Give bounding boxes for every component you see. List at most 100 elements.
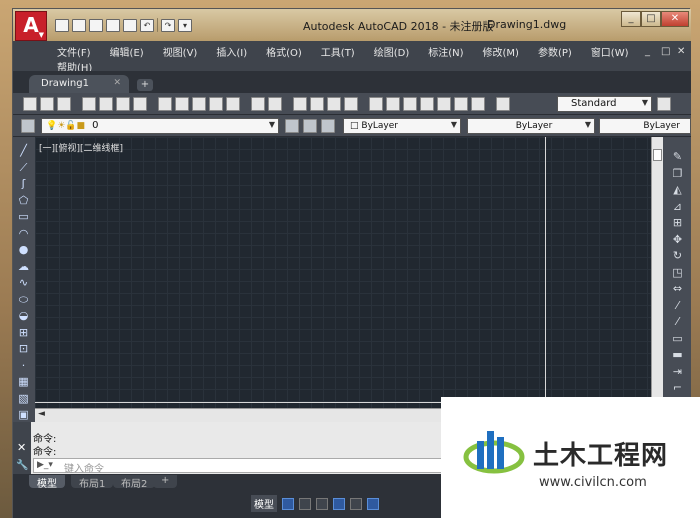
tool-palettes-icon[interactable] bbox=[403, 97, 417, 111]
undo-icon[interactable] bbox=[251, 97, 265, 111]
layer-manager-icon[interactable] bbox=[21, 119, 35, 133]
new-file-icon[interactable] bbox=[55, 18, 69, 32]
arc-icon[interactable]: ◠ bbox=[17, 227, 30, 241]
zoom-window-icon[interactable] bbox=[327, 97, 341, 111]
polyline-icon[interactable]: ʃ bbox=[17, 178, 30, 191]
grid-icon[interactable] bbox=[282, 497, 294, 510]
redo-icon[interactable]: ↷ bbox=[161, 18, 175, 32]
cut-icon[interactable] bbox=[158, 97, 172, 111]
point-icon[interactable]: · bbox=[17, 359, 30, 373]
close-command-icon[interactable]: ✕ bbox=[17, 441, 26, 454]
minimize-button[interactable]: _ bbox=[621, 11, 641, 27]
redo-icon[interactable] bbox=[268, 97, 282, 111]
open-file-icon[interactable] bbox=[72, 18, 86, 32]
preview-icon[interactable] bbox=[99, 97, 113, 111]
menu-item[interactable]: 文件(F) bbox=[57, 44, 91, 59]
design-center-icon[interactable] bbox=[386, 97, 400, 111]
rectangle-icon[interactable]: ▭ bbox=[17, 211, 30, 224]
menu-item[interactable]: 视图(V) bbox=[163, 44, 198, 59]
offset-icon[interactable]: ⊿ bbox=[671, 200, 684, 214]
stretch-icon[interactable]: ⇔ bbox=[671, 283, 684, 296]
command-input[interactable]: ▶_▾ 键入命令 bbox=[33, 458, 443, 475]
close-button[interactable]: ✕ bbox=[661, 11, 689, 27]
pan-icon[interactable] bbox=[293, 97, 307, 111]
polar-icon[interactable] bbox=[333, 497, 345, 510]
menu-item[interactable]: 插入(I) bbox=[216, 44, 247, 59]
gradient-icon[interactable]: ▧ bbox=[17, 392, 30, 406]
menu-item[interactable]: 参数(P) bbox=[538, 44, 572, 59]
array-icon[interactable]: ⊞ bbox=[671, 217, 684, 230]
copy-icon[interactable] bbox=[175, 97, 189, 111]
print-icon[interactable] bbox=[123, 18, 137, 32]
menu-item[interactable]: 绘图(D) bbox=[374, 44, 410, 59]
trim-icon[interactable]: ⁄ bbox=[671, 299, 684, 313]
linetype-select[interactable]: ByLayer ▼ bbox=[467, 118, 595, 134]
lineweight-select[interactable]: ByLayer bbox=[599, 118, 691, 134]
layer-match-icon[interactable] bbox=[321, 119, 335, 133]
chamfer-icon[interactable]: ⇥ bbox=[671, 365, 684, 379]
region-icon[interactable]: ▣ bbox=[17, 409, 30, 422]
doc-close-button[interactable]: ✕ bbox=[677, 46, 685, 57]
tab-close-icon[interactable]: ✕ bbox=[113, 78, 121, 88]
menu-item[interactable]: 工具(T) bbox=[321, 44, 355, 59]
markup-icon[interactable] bbox=[437, 97, 451, 111]
layer-select[interactable]: 💡☀🔓■ 0 ▼ bbox=[41, 118, 279, 134]
command-prompt-icon[interactable]: ▶_▾ bbox=[37, 460, 53, 470]
new-tab-button[interactable]: + bbox=[137, 79, 153, 91]
calculator-icon[interactable] bbox=[454, 97, 468, 111]
save-icon[interactable] bbox=[89, 18, 103, 32]
save-icon[interactable] bbox=[57, 97, 71, 111]
break-icon[interactable]: ▭ bbox=[671, 332, 684, 346]
menu-item[interactable]: 标注(N) bbox=[428, 44, 463, 59]
make-current-layer-icon[interactable] bbox=[285, 119, 299, 133]
horizontal-scrollbar[interactable]: ◄ bbox=[35, 408, 455, 422]
layer-previous-icon[interactable] bbox=[303, 119, 317, 133]
wrench-icon[interactable]: 🔧 bbox=[16, 460, 28, 471]
join-icon[interactable]: ▬ bbox=[671, 349, 684, 362]
dimension-style-icon[interactable] bbox=[657, 97, 671, 111]
extend-icon[interactable]: ⁄ bbox=[671, 316, 684, 329]
spline-icon[interactable]: ∿ bbox=[17, 277, 30, 290]
snap-icon[interactable] bbox=[299, 497, 311, 510]
polygon-icon[interactable]: ⬠ bbox=[17, 194, 30, 208]
menu-item[interactable]: 编辑(E) bbox=[110, 44, 144, 59]
menu-item[interactable]: 格式(O) bbox=[266, 44, 302, 59]
color-select[interactable]: □ ByLayer ▼ bbox=[343, 118, 461, 134]
scroll-left-icon[interactable]: ◄ bbox=[38, 409, 45, 419]
zoom-previous-icon[interactable] bbox=[344, 97, 358, 111]
sheet-set-icon[interactable] bbox=[420, 97, 434, 111]
tab-layout2[interactable]: 布局2 bbox=[113, 475, 156, 490]
annotation-icon[interactable] bbox=[367, 497, 379, 510]
circle-icon[interactable]: ● bbox=[17, 244, 30, 257]
erase-icon[interactable]: ✎ bbox=[671, 151, 684, 164]
tab-layout1[interactable]: 布局1 bbox=[71, 475, 114, 490]
qat-customize-icon[interactable]: ▾ bbox=[178, 18, 192, 32]
menu-item[interactable]: 修改(M) bbox=[483, 44, 519, 59]
new-icon[interactable] bbox=[23, 97, 37, 111]
move-icon[interactable]: ✥ bbox=[671, 233, 684, 247]
help-icon[interactable] bbox=[471, 97, 485, 111]
viewport-controls[interactable]: [一][俯视][二维线框] bbox=[39, 141, 123, 154]
doc-restore-button[interactable]: □ bbox=[661, 46, 670, 57]
match-properties-icon[interactable] bbox=[209, 97, 223, 111]
ortho-icon[interactable] bbox=[316, 497, 328, 510]
save-as-icon[interactable] bbox=[106, 18, 120, 32]
insert-block-icon[interactable]: ⊞ bbox=[17, 326, 30, 340]
properties-icon[interactable] bbox=[369, 97, 383, 111]
restore-button[interactable]: □ bbox=[641, 11, 661, 27]
open-icon[interactable] bbox=[40, 97, 54, 111]
ellipse-icon[interactable]: ⬭ bbox=[17, 293, 30, 307]
add-layout-button[interactable]: + bbox=[153, 475, 178, 488]
fillet-icon[interactable]: ⌐ bbox=[671, 382, 684, 395]
hatch-icon[interactable]: ▦ bbox=[17, 376, 30, 389]
undo-icon[interactable]: ↶ bbox=[140, 18, 154, 32]
block-editor-icon[interactable] bbox=[226, 97, 240, 111]
plot-icon[interactable] bbox=[82, 97, 96, 111]
rotate-icon[interactable]: ↻ bbox=[671, 250, 684, 263]
line-icon[interactable]: ╱ bbox=[17, 145, 30, 158]
menu-item[interactable]: 窗口(W) bbox=[591, 44, 629, 59]
zoom-realtime-icon[interactable] bbox=[310, 97, 324, 111]
text-style-select[interactable]: Standard ▼ bbox=[557, 96, 652, 112]
scale-icon[interactable]: ◳ bbox=[671, 266, 684, 280]
3d-print-icon[interactable] bbox=[133, 97, 147, 111]
